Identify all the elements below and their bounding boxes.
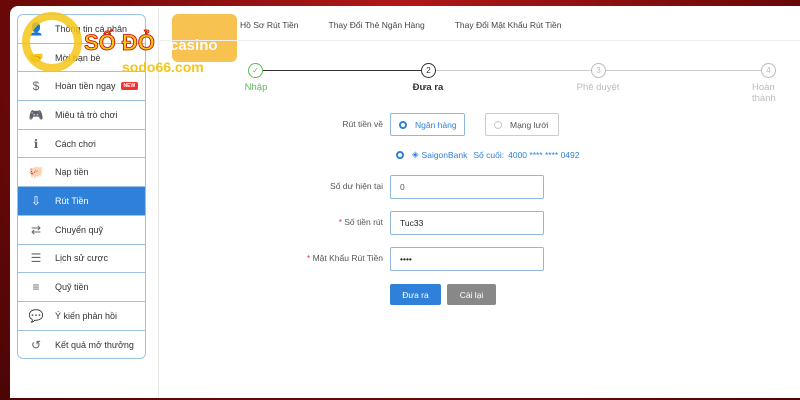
progress-steps: ✓ 2 3 4 Nhập Đưa ra Phê duyệt Hoàn thành	[160, 62, 800, 104]
option-network[interactable]: Mạng lưới	[485, 113, 559, 136]
submit-button[interactable]: Đưa ra	[390, 284, 441, 305]
radio-selected-icon	[396, 150, 404, 159]
step-1-check-icon: ✓	[248, 63, 263, 78]
step-4-label: Hoàn thành	[752, 82, 776, 104]
piggy-bank-icon: 🐖	[28, 165, 44, 180]
tab-change-bank-card[interactable]: Thay Đổi Thẻ Ngân Hàng	[329, 20, 425, 30]
radio-selected-icon	[399, 120, 407, 129]
tab-change-withdraw-password[interactable]: Thay Đổi Mật Khẩu Rút Tiền	[455, 20, 562, 30]
balance-field: 0	[390, 175, 544, 199]
option-bank[interactable]: Ngân hàng	[390, 113, 465, 136]
sidebar-item-funds[interactable]: ≡ Quỹ tiền	[18, 273, 145, 302]
sidebar-item-bet-history[interactable]: ☰ Lịch sử cược	[18, 245, 145, 274]
radio-unselected-icon	[494, 120, 502, 129]
sidebar-item-feedback[interactable]: 💬 Ý kiến phản hồi	[18, 302, 145, 331]
feedback-icon: 💬	[28, 308, 44, 323]
step-4-circle: 4	[761, 63, 776, 78]
transfer-icon: ⇄	[30, 222, 42, 237]
sidebar-item-deposit[interactable]: 🐖 Nạp tiền	[18, 158, 145, 188]
tab-withdraw-profile[interactable]: Hồ Sơ Rút Tiền	[240, 20, 299, 30]
step-2-circle: 2	[421, 63, 436, 78]
step-1-label: Nhập	[244, 82, 268, 93]
step-3-label: Phê duyệt	[576, 82, 620, 93]
password-label: * Mật Khẩu Rút Tiền	[306, 253, 383, 263]
tab-underline	[160, 40, 800, 41]
withdraw-to-label: Rút tiền về	[342, 119, 383, 129]
bank-logo-icon: ◈	[412, 149, 419, 159]
sidebar-item-how-to-play[interactable]: ℹ Cách chơi	[18, 130, 145, 159]
withdraw-icon: ⇩	[30, 193, 42, 208]
info-icon: ℹ	[33, 136, 39, 151]
withdraw-password-input[interactable]: ••••	[390, 247, 544, 271]
sidebar-item-withdraw[interactable]: ⇩ Rút Tiền	[18, 187, 145, 216]
cashback-icon: $	[32, 79, 40, 94]
amount-input[interactable]: Tuc33	[390, 211, 544, 235]
new-badge: NEW	[120, 82, 139, 91]
coins-icon: ≡	[32, 280, 40, 295]
reset-button[interactable]: Cài lại	[447, 284, 496, 305]
bank-account-option[interactable]: ◈ SaigonBank Số cuối: 4000 **** **** 049…	[396, 149, 579, 160]
sidebar-item-transfer[interactable]: ⇄ Chuyển quỹ	[18, 216, 145, 245]
sidebar-item-results[interactable]: ↺ Kết quả mở thưởng	[18, 331, 145, 358]
gamepad-icon: 🎮	[28, 107, 44, 122]
svg-text:SỐ ĐỎ: SỐ ĐỎ	[84, 29, 155, 55]
amount-label: * Số tiền rút	[338, 217, 383, 227]
step-2-label: Đưa ra	[412, 82, 444, 93]
step-3-circle: 3	[591, 63, 606, 78]
tab-bar: Hồ Sơ Rút Tiền Thay Đổi Thẻ Ngân Hàng Th…	[240, 20, 592, 30]
sidebar-item-game-description[interactable]: 🎮 Miêu tả trò chơi	[18, 101, 145, 130]
clock-history-icon: ↺	[30, 337, 42, 352]
balance-label: Số dư hiện tại	[330, 181, 383, 191]
history-list-icon: ☰	[30, 251, 42, 266]
